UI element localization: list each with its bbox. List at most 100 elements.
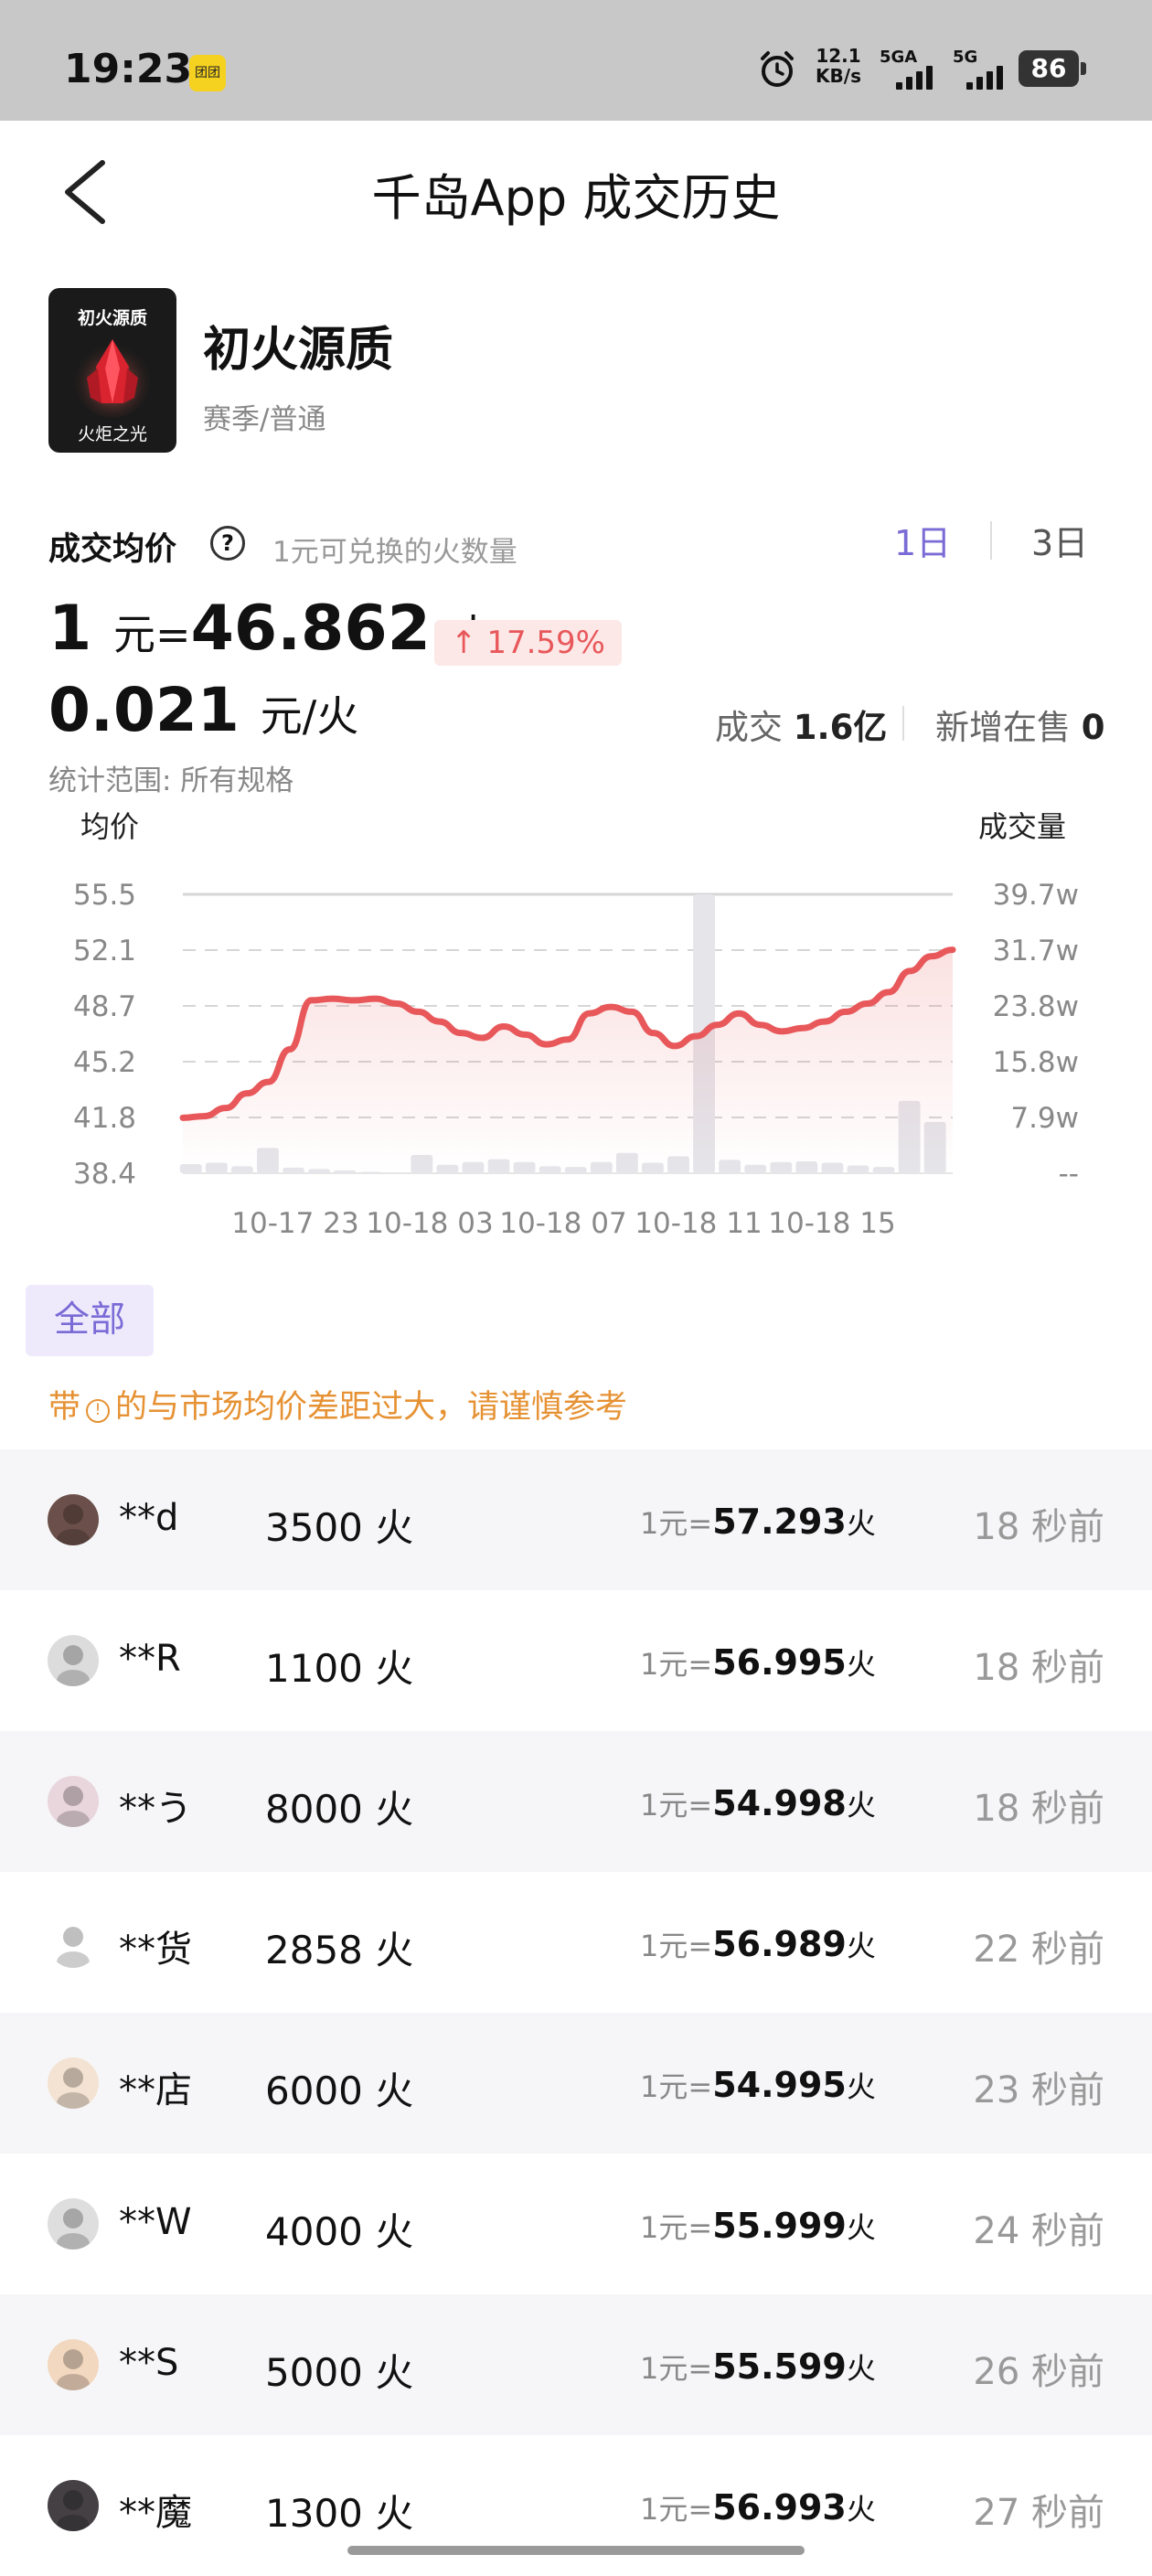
item-name: 初火源质 [203, 323, 394, 378]
exchange-rate: 1 元=46.862 火 [48, 593, 495, 665]
trade-rate-value: 56.995 [712, 1642, 847, 1683]
y-right-tick-label: 31.7w [993, 935, 1079, 967]
table-row[interactable]: **货 2858 火 1元=56.989火 22 秒前 [0, 1872, 1152, 2013]
trade-time: 18 秒前 [973, 1506, 1104, 1548]
trade-rate-suffix: 火 [846, 1506, 876, 1541]
trade-time: 23 秒前 [973, 2069, 1104, 2111]
trade-rate-prefix: 1元= [640, 2069, 713, 2104]
avatar [48, 1494, 99, 1545]
trade-rate-value: 56.989 [712, 1924, 847, 1964]
volume-label: 成交 [715, 708, 783, 747]
user-name: **W [119, 2201, 192, 2243]
y-right-tick-label: 23.8w [993, 990, 1079, 1023]
volume-stat: 成交 1.6亿 [715, 700, 887, 749]
avg-price-title: 成交均价 [48, 531, 177, 568]
y-left-tick-label: 48.7 [73, 990, 136, 1023]
trade-amount: 2858 火 [265, 1928, 414, 1972]
y-right-tick-label: 39.7w [993, 879, 1079, 912]
trade-time: 18 秒前 [973, 1647, 1104, 1689]
trade-rate-prefix: 1元= [640, 1647, 713, 1682]
rate-unit: 元= [113, 610, 191, 659]
y-right-tick-label: -- [1059, 1158, 1079, 1191]
alert-circle-icon: ! [86, 1399, 111, 1423]
trade-rate-suffix: 火 [846, 2351, 876, 2386]
rate-prefix: 1 [48, 593, 92, 665]
trade-rate-prefix: 1元= [640, 2351, 713, 2386]
trade-list: **d 3500 火 1元=57.293火 18 秒前 **R 1100 火 1元=56.9… [0, 1449, 1152, 2576]
trade-amount: 6000 火 [265, 2068, 414, 2113]
thumbnail-top-text: 初火源质 [77, 308, 147, 328]
trade-rate-value: 56.993 [712, 2487, 847, 2528]
trade-rate-value: 57.293 [712, 1502, 847, 1542]
net-speed-unit: KB/s [816, 65, 861, 87]
x-ticks: 10-17 23 10-18 03 10-18 07 10-18 11 10-18 15 [231, 1207, 895, 1240]
alarm-icon [761, 51, 794, 87]
y-left-label: 均价 [80, 809, 139, 844]
x-tick-label: 10-18 11 [635, 1207, 762, 1240]
trade-amount: 8000 火 [265, 1787, 414, 1832]
trade-rate: 1元=55.599火 [640, 2346, 876, 2388]
trade-rate-suffix: 火 [846, 1788, 876, 1822]
net-speed-value: 12.1 [816, 45, 861, 67]
y-left-tick-label: 45.2 [73, 1046, 136, 1079]
price-chart[interactable]: 均价 成交量 55.5 52.1 48.7 45.2 41.8 38.4 39.7w 31.… [0, 796, 1152, 1253]
change-value: 17.59% [486, 625, 605, 661]
trade-time: 22 秒前 [973, 1929, 1104, 1971]
table-row[interactable]: **R 1100 火 1元=56.995火 18 秒前 [0, 1590, 1152, 1731]
stat-scope: 统计范围: 所有规格 [48, 764, 294, 797]
avatar [48, 2339, 99, 2390]
product-thumbnail: 初火源质 火炬之光 [48, 288, 176, 453]
change-badge: ↑ 17.59% [434, 620, 622, 666]
user-name: **d [119, 1497, 179, 1539]
y-left-tick-label: 41.8 [73, 1102, 136, 1135]
table-row[interactable]: **d 3500 火 1元=57.293火 18 秒前 [0, 1449, 1152, 1590]
table-row[interactable]: **W 4000 火 1元=55.999火 24 秒前 [0, 2154, 1152, 2294]
warning-before: 带 [48, 1389, 81, 1426]
y-right-ticks: 39.7w 31.7w 23.8w 15.8w 7.9w -- [993, 879, 1079, 1191]
trade-amount: 1100 火 [265, 1646, 414, 1691]
mini-app-icon: 团团 [189, 55, 226, 91]
user-name: **R [119, 1638, 181, 1680]
price-area [179, 946, 956, 1173]
tab-1d[interactable]: 1日 [894, 515, 951, 565]
volume-value: 1.6亿 [793, 708, 888, 747]
trade-rate: 1元=56.995火 [640, 1641, 876, 1683]
trade-rate-value: 54.998 [712, 1783, 847, 1823]
table-row[interactable]: **S 5000 火 1元=55.599火 26 秒前 [0, 2294, 1152, 2435]
price-per-unit: 0.021 元/火 [48, 675, 358, 745]
stats-divider [902, 706, 904, 741]
question-circle-icon[interactable]: ? [210, 526, 245, 561]
y-left-ticks: 55.5 52.1 48.7 45.2 41.8 38.4 [73, 879, 136, 1191]
avatar [48, 2198, 99, 2250]
warning-after: 的与市场均价差距过大，请谨慎参考 [115, 1389, 628, 1426]
user-name: **う [119, 1788, 192, 1830]
thumbnail-bottom-text: 火炬之光 [77, 424, 147, 444]
user-name: **店 [119, 2069, 192, 2111]
trade-rate: 1元=56.993火 [640, 2486, 876, 2528]
filter-all-button[interactable]: 全部 [26, 1285, 154, 1356]
table-row[interactable]: **う 8000 火 1元=54.998火 18 秒前 [0, 1731, 1152, 1872]
item-subtitle: 赛季/普通 [203, 403, 326, 436]
signal-icon [896, 64, 933, 90]
trade-amount: 4000 火 [265, 2209, 414, 2254]
price-area-fill [183, 949, 953, 1173]
new-label: 新增在售 [935, 708, 1071, 747]
page-title: 千岛App 成交历史 [371, 169, 781, 227]
home-indicator[interactable] [347, 2546, 805, 2555]
price-warning: 带! 的与市场均价差距过大，请谨慎参考 [48, 1381, 627, 1427]
trade-time: 27 秒前 [973, 2492, 1104, 2534]
per-unit: 元/火 [260, 691, 359, 741]
trade-time: 24 秒前 [973, 2210, 1104, 2252]
table-row[interactable]: **店 6000 火 1元=54.995火 23 秒前 [0, 2013, 1152, 2154]
trade-rate: 1元=56.989火 [640, 1923, 876, 1965]
y-right-tick-label: 15.8w [993, 1046, 1079, 1079]
trade-rate-prefix: 1元= [640, 1506, 713, 1541]
x-tick-label: 10-18 07 [499, 1207, 626, 1240]
trade-rate-suffix: 火 [846, 1647, 876, 1682]
tab-3d[interactable]: 3日 [1031, 515, 1088, 565]
x-tick-label: 10-17 23 [231, 1207, 358, 1240]
avatar [48, 1917, 99, 1968]
trade-time: 18 秒前 [973, 1788, 1104, 1830]
trade-rate-value: 55.599 [712, 2346, 847, 2387]
avatar [48, 1635, 99, 1686]
